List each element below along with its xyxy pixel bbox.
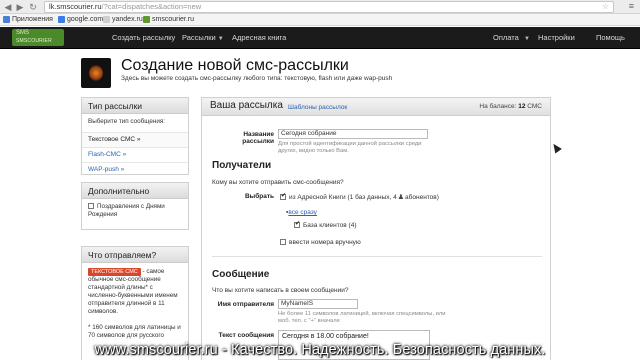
chevron-down-icon: ▼ xyxy=(217,36,224,42)
sidebar-what-title: Что отправляем? xyxy=(82,247,188,263)
sender-hint: Не более 11 символов латиницей, включая … xyxy=(278,311,446,324)
recipients-question: Кому вы хотите отправить смс-сообщения? xyxy=(212,179,344,186)
addressbook-checkbox[interactable] xyxy=(280,192,286,201)
panel-title: Ваша рассылка xyxy=(210,100,283,111)
nav-address-book[interactable]: Адресная книга xyxy=(232,27,286,49)
dispatch-name-label: Название рассылки xyxy=(242,131,274,145)
site-logo[interactable]: SMS SMSCOURIER xyxy=(12,29,64,46)
sender-label: Имя отправителя xyxy=(217,301,274,308)
page-title: Создание новой смс-рассылки xyxy=(121,57,349,74)
bookmark-google[interactable]: google.com xyxy=(58,14,103,26)
page-icon xyxy=(103,15,110,23)
sidebar-extra-box: Дополнительно Поздравления с Днями Рожде… xyxy=(81,182,189,230)
forward-icon[interactable]: ▶ xyxy=(15,2,25,12)
sidebar-item-flash-sms[interactable]: Flash-СМС » xyxy=(82,147,188,162)
url-path: /?cat=dispatches&action=new xyxy=(101,2,202,11)
choose-label: Выбрать xyxy=(244,193,274,200)
nav-help[interactable]: Помощь xyxy=(596,27,625,49)
smscourier-icon xyxy=(143,15,150,23)
dispatch-name-hint: Для простой идентификации данной рассылк… xyxy=(278,141,422,154)
base-clients-checkbox[interactable] xyxy=(294,220,300,229)
recipients-title: Получатели xyxy=(212,160,272,171)
dispatch-form-panel: Ваша рассылка Шаблоны рассылок На баланс… xyxy=(201,97,551,360)
nav-dispatches[interactable]: Рассылки ▼ xyxy=(182,27,224,49)
balance-value: 12 xyxy=(518,103,526,110)
mouse-cursor-icon xyxy=(550,141,562,154)
back-icon[interactable]: ◀ xyxy=(3,2,13,12)
bookmark-star-icon[interactable]: ☆ xyxy=(602,2,609,12)
sms-type-badge: ТЕКСТОВОЕ СМС xyxy=(88,268,141,276)
sidebar-type-title: Тип рассылки xyxy=(82,98,188,114)
url-host: lk.smscourier.ru xyxy=(49,2,102,11)
templates-link[interactable]: Шаблоны рассылок xyxy=(288,104,347,111)
nav-create-dispatch[interactable]: Создать рассылку xyxy=(112,27,175,49)
sidebar-item-text-sms[interactable]: Текстовое СМС » xyxy=(82,132,188,147)
google-icon xyxy=(58,15,65,23)
panel-header: Ваша рассылка Шаблоны рассылок На баланс… xyxy=(202,98,550,116)
sidebar-type-box: Тип рассылки Выберите тип сообщения: Тек… xyxy=(81,97,189,175)
page-subtitle: Здесь вы можете создать смс-рассылку люб… xyxy=(121,75,393,82)
section-divider xyxy=(212,256,542,257)
sms-type-description: - самое обычное смс-сообщение стандартно… xyxy=(88,268,178,315)
addressbook-option[interactable]: из Адресной Книги (1 баз данных, 4♟абоне… xyxy=(280,192,439,201)
reload-icon[interactable]: ↻ xyxy=(28,2,38,12)
bookmark-yandex[interactable]: yandex.ru xyxy=(103,14,143,26)
apps-icon xyxy=(3,15,10,23)
nav-settings[interactable]: Настройки xyxy=(538,27,575,49)
bookmark-smscourier[interactable]: smscourier.ru xyxy=(143,14,194,26)
video-caption: www.smscourier.ru - Качество. Надежность… xyxy=(94,342,546,358)
bookmark-apps[interactable]: Приложения xyxy=(3,14,53,26)
person-icon: ♟ xyxy=(397,194,405,201)
page-header-icon xyxy=(81,58,111,88)
balance-indicator: На балансе: 12 СМС xyxy=(479,103,542,110)
sidebar-extra-title: Дополнительно xyxy=(82,183,188,199)
base-clients-row[interactable]: База клиентов (4) xyxy=(294,220,357,229)
logo-text: SMS xyxy=(16,30,30,36)
nav-payment[interactable]: Оплата xyxy=(493,27,519,49)
browser-toolbar: ◀ ▶ ↻ lk.smscourier.ru/?cat=dispatches&a… xyxy=(0,0,640,14)
dispatch-name-input[interactable]: Сегодня собрание xyxy=(278,129,428,139)
message-title: Сообщение xyxy=(212,269,270,280)
address-bar[interactable]: lk.smscourier.ru/?cat=dispatches&action=… xyxy=(44,1,614,13)
select-all-row[interactable]: ▪все сразу xyxy=(286,209,317,216)
chevron-down-icon[interactable]: ▼ xyxy=(524,27,530,49)
message-question: Что вы хотите написать в своем сообщении… xyxy=(212,287,349,294)
sidebar-item-wap-push[interactable]: WAP-push » xyxy=(82,162,188,177)
manual-entry-row[interactable]: ввести номера вручную xyxy=(280,239,361,246)
site-navbar: SMS SMSCOURIER Создать рассылку Рассылки… xyxy=(0,27,640,49)
sidebar-type-prompt: Выберите тип сообщения: xyxy=(88,118,166,125)
birthday-checkbox-row[interactable]: Поздравления с Днями Рождения xyxy=(82,199,188,223)
birthday-checkbox[interactable] xyxy=(88,203,94,210)
message-text-label: Текст сообщения xyxy=(218,332,274,339)
sender-input[interactable]: MyNameIS xyxy=(278,299,358,309)
select-all-link[interactable]: все сразу xyxy=(288,209,317,216)
browser-menu-icon[interactable]: ≡ xyxy=(629,1,634,11)
manual-entry-checkbox[interactable] xyxy=(280,239,286,246)
bookmarks-bar: Приложения google.com yandex.ru smscouri… xyxy=(0,14,640,26)
logo-brand: SMSCOURIER xyxy=(16,38,52,44)
